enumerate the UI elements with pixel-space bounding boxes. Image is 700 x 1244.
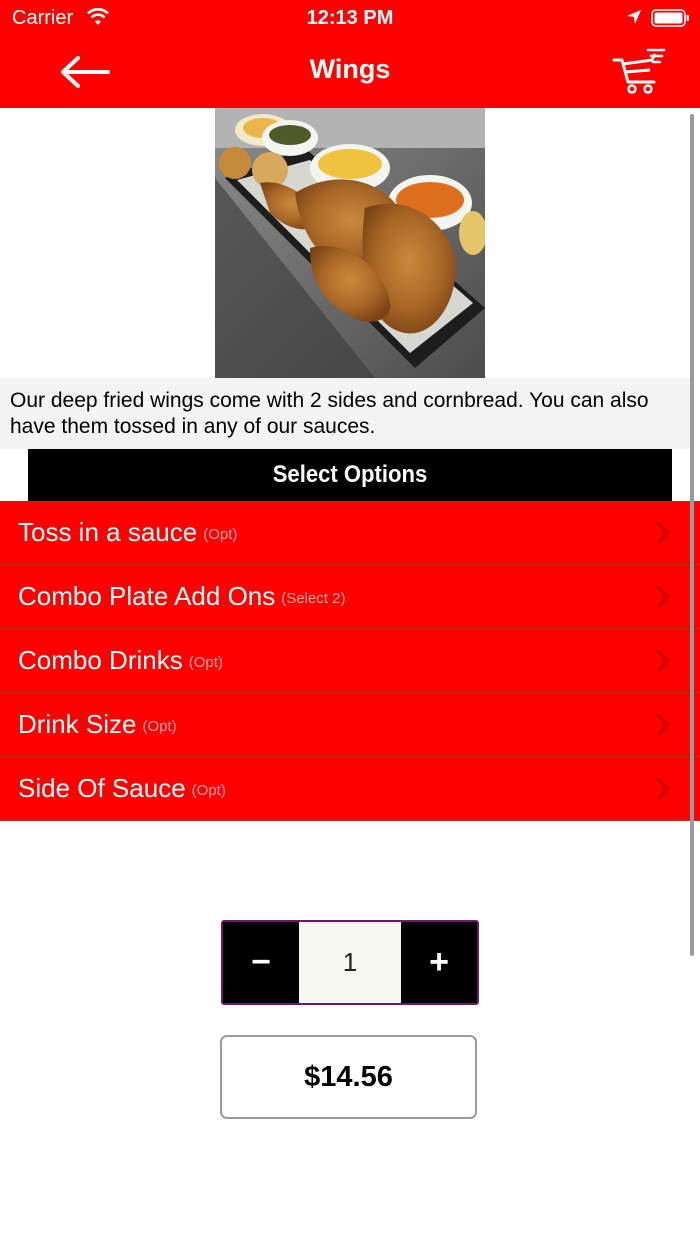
- option-label: Drink Size: [18, 709, 137, 739]
- add-to-cart-price-button[interactable]: $14.56: [220, 1035, 477, 1119]
- chevron-right-icon: [656, 713, 670, 737]
- option-tag: (Opt): [191, 782, 226, 799]
- chevron-right-icon: [656, 585, 670, 609]
- option-combo-plate-add-ons[interactable]: Combo Plate Add Ons (Select 2): [0, 565, 700, 629]
- page-title: Wings: [309, 54, 391, 84]
- option-label: Side Of Sauce: [18, 773, 186, 803]
- clock: 12:13 PM: [306, 7, 394, 29]
- nav-bar: Wings: [0, 36, 700, 108]
- option-tag: (Select 2): [281, 590, 346, 607]
- option-label: Toss in a sauce: [18, 517, 198, 547]
- option-label: Combo Plate Add Ons: [18, 581, 276, 611]
- shopping-cart-icon: [612, 48, 666, 94]
- chevron-right-icon: [656, 777, 670, 801]
- item-description: Our deep fried wings come with 2 sides a…: [0, 378, 690, 449]
- battery-icon: [651, 8, 691, 33]
- cart-button[interactable]: [612, 46, 668, 96]
- chevron-right-icon: [656, 521, 670, 545]
- options-header: Select Options: [28, 449, 672, 501]
- option-toss-in-a-sauce[interactable]: Toss in a sauce (Opt): [0, 501, 700, 565]
- item-photo: [215, 108, 485, 378]
- increment-button[interactable]: +: [401, 922, 477, 1003]
- option-drink-size[interactable]: Drink Size (Opt): [0, 693, 700, 757]
- scrollbar[interactable]: [690, 114, 694, 956]
- option-side-of-sauce[interactable]: Side Of Sauce (Opt): [0, 757, 700, 821]
- decrement-button[interactable]: −: [223, 922, 299, 1003]
- quantity-value[interactable]: 1: [299, 922, 401, 1003]
- options-list: Toss in a sauce (Opt) Combo Plate Add On…: [0, 501, 700, 821]
- option-label: Combo Drinks: [18, 645, 183, 675]
- option-tag: (Opt): [203, 526, 238, 543]
- chevron-right-icon: [656, 649, 670, 673]
- location-arrow-icon: [626, 9, 642, 30]
- status-bar: Carrier 12:13 PM: [0, 0, 700, 36]
- quantity-stepper: − 1 +: [221, 920, 479, 1005]
- option-tag: (Opt): [142, 718, 177, 735]
- option-tag: (Opt): [188, 654, 223, 671]
- option-combo-drinks[interactable]: Combo Drinks (Opt): [0, 629, 700, 693]
